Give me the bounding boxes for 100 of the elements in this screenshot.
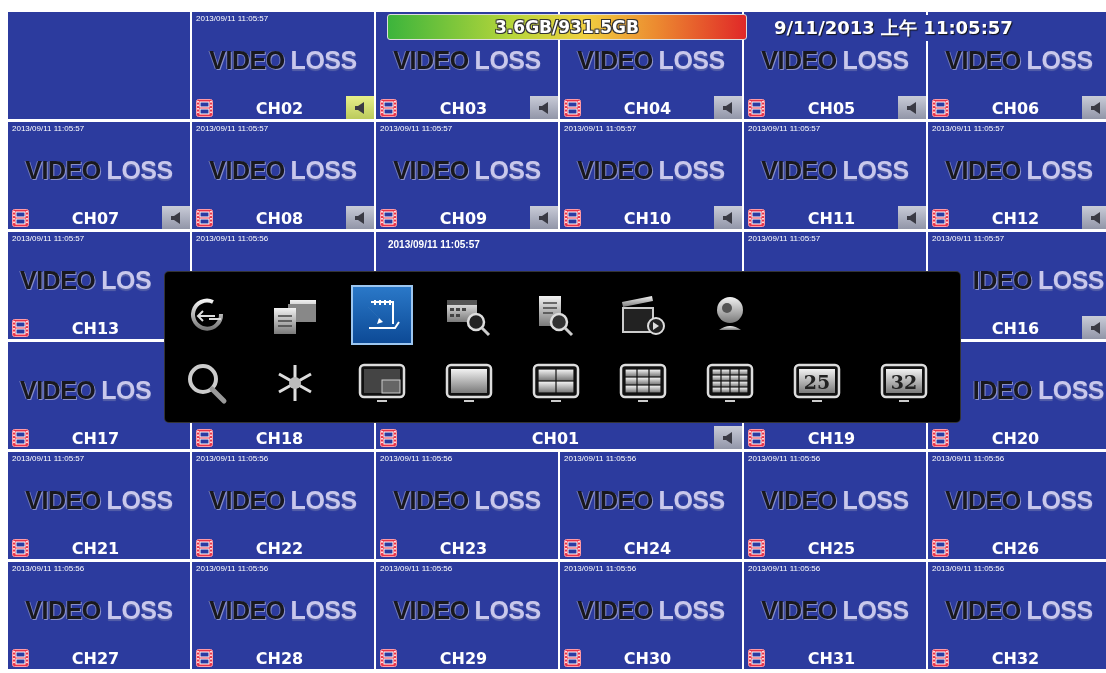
channel-label: CH31	[806, 648, 857, 668]
timestamp: 2013/09/11 11:05:57	[932, 124, 1005, 133]
channel-label: CH30	[622, 648, 673, 668]
video-loss-text: VIDEO	[393, 486, 469, 515]
timestamp: 2013/09/11 11:05:56	[564, 564, 637, 573]
video-loss-text: LOSS	[474, 596, 541, 625]
channel-label: CH27	[70, 648, 121, 668]
channel-label: CH10	[622, 208, 673, 228]
channel-label: CH08	[254, 208, 305, 228]
video-loss-text: VIDEO	[393, 596, 469, 625]
video-loss-text: VIDEO	[761, 596, 837, 625]
channel-label: CH09	[438, 208, 489, 228]
video-loss-text: VIDEO	[393, 46, 469, 75]
video-loss-text: VIDEO	[25, 596, 101, 625]
timestamp: 2013/09/11 11:05:56	[12, 564, 85, 573]
video-loss-text: LOSS	[658, 46, 725, 75]
channel-label: CH26	[990, 538, 1041, 558]
video-loss-text: VIDEO	[20, 266, 96, 295]
video-loss-text: VIDEO	[945, 486, 1021, 515]
video-loss-text: LOS	[101, 376, 152, 405]
video-loss-text: VIDEO	[209, 596, 285, 625]
channel-label: CH13	[70, 318, 121, 338]
channel-label: CH02	[254, 98, 305, 118]
channel-label: CH23	[438, 538, 489, 558]
video-loss-text: VIDEO	[393, 156, 469, 185]
video-loss-text: LOSS	[474, 46, 541, 75]
video-loss-text: VIDEO	[25, 486, 101, 515]
channel-label: CH03	[438, 98, 489, 118]
video-loss-text: VIDEO	[945, 156, 1021, 185]
video-loss-text: LOSS	[474, 486, 541, 515]
video-loss-text: IDEO	[972, 266, 1032, 295]
layout-number: 25	[802, 371, 832, 393]
video-loss-text: LOS	[101, 266, 152, 295]
timestamp: 2013/09/11 11:05:57	[932, 234, 1005, 243]
channel-label: CH20	[990, 428, 1041, 448]
channel-label: CH32	[990, 648, 1041, 668]
timestamp: 2013/09/11 11:05:57	[196, 124, 269, 133]
timestamp: 2013/09/11 11:05:57	[196, 14, 269, 23]
video-loss-text: VIDEO	[25, 156, 101, 185]
video-loss-text: LOSS	[1037, 376, 1104, 405]
video-loss-text: LOSS	[658, 596, 725, 625]
video-loss-text: VIDEO	[761, 486, 837, 515]
video-loss-text: LOSS	[842, 596, 909, 625]
video-loss-text: VIDEO	[577, 596, 653, 625]
video-loss-text: LOSS	[842, 486, 909, 515]
video-loss-text: LOSS	[290, 156, 357, 185]
video-loss-text: VIDEO	[209, 46, 285, 75]
video-loss-text: LOSS	[1026, 46, 1093, 75]
timestamp: 2013/09/11 11:05:56	[196, 454, 269, 463]
video-loss-text: LOSS	[106, 156, 173, 185]
video-loss-text: VIDEO	[761, 46, 837, 75]
timestamp: 2013/09/11 11:05:56	[748, 454, 821, 463]
timestamp: 2013/09/11 11:05:56	[380, 564, 453, 573]
timestamp: 2013/09/11 11:05:57	[12, 124, 85, 133]
video-loss-text: VIDEO	[577, 156, 653, 185]
timestamp: 2013/09/11 11:05:57	[748, 124, 821, 133]
video-loss-text: VIDEO	[945, 596, 1021, 625]
channel-label: CH18	[254, 428, 305, 448]
channel-label: CH29	[438, 648, 489, 668]
video-loss-text: VIDEO	[577, 46, 653, 75]
layout-number: 32	[889, 371, 919, 393]
timestamp: 2013/09/11 11:05:57	[564, 124, 637, 133]
video-loss-text: LOSS	[658, 156, 725, 185]
video-loss-text: LOSS	[842, 46, 909, 75]
video-loss-text: VIDEO	[577, 486, 653, 515]
channel-label: CH28	[254, 648, 305, 668]
timestamp: 2013/09/11 11:05:56	[932, 564, 1005, 573]
video-loss-text: LOSS	[106, 596, 173, 625]
channel-label: CH19	[806, 428, 857, 448]
timestamp: 2013/09/11 11:05:56	[932, 454, 1005, 463]
timestamp: 2013/09/11 11:05:57	[380, 124, 453, 133]
video-loss-text: VIDEO	[761, 156, 837, 185]
video-loss-text: LOSS	[290, 46, 357, 75]
timestamp: 2013/09/11 11:05:57	[12, 234, 85, 243]
video-loss-text: LOSS	[290, 486, 357, 515]
video-loss-text: LOSS	[1026, 596, 1093, 625]
video-loss-text: IDEO	[972, 376, 1032, 405]
channel-label: CH17	[70, 428, 121, 448]
channel-label: CH12	[990, 208, 1041, 228]
video-loss-text: LOSS	[842, 156, 909, 185]
video-loss-text: LOSS	[1037, 266, 1104, 295]
video-loss-text: LOSS	[1026, 486, 1093, 515]
channel-label: CH16	[990, 318, 1041, 338]
video-loss-text: LOSS	[658, 486, 725, 515]
timestamp: 2013/09/11 11:05:57	[748, 234, 821, 243]
channel-label: CH04	[622, 98, 673, 118]
timestamp: 2013/09/11 11:05:57	[388, 239, 480, 250]
video-loss-text: LOSS	[106, 486, 173, 515]
timestamp: 2013/09/11 11:05:56	[196, 564, 269, 573]
disk-usage-tooltip: 3.6GB/931.5GB	[387, 14, 747, 40]
channel-label: CH22	[254, 538, 305, 558]
timestamp: 2013/09/11 11:05:57	[12, 454, 85, 463]
timestamp: 2013/09/11 11:05:56	[196, 234, 269, 243]
timestamp: 2013/09/11 11:05:56	[748, 564, 821, 573]
video-loss-text: LOSS	[1026, 156, 1093, 185]
video-loss-text: VIDEO	[209, 156, 285, 185]
video-loss-text: VIDEO	[209, 486, 285, 515]
timestamp: 2013/09/11 11:05:56	[564, 454, 637, 463]
channel-label: CH24	[622, 538, 673, 558]
video-loss-text: LOSS	[474, 156, 541, 185]
